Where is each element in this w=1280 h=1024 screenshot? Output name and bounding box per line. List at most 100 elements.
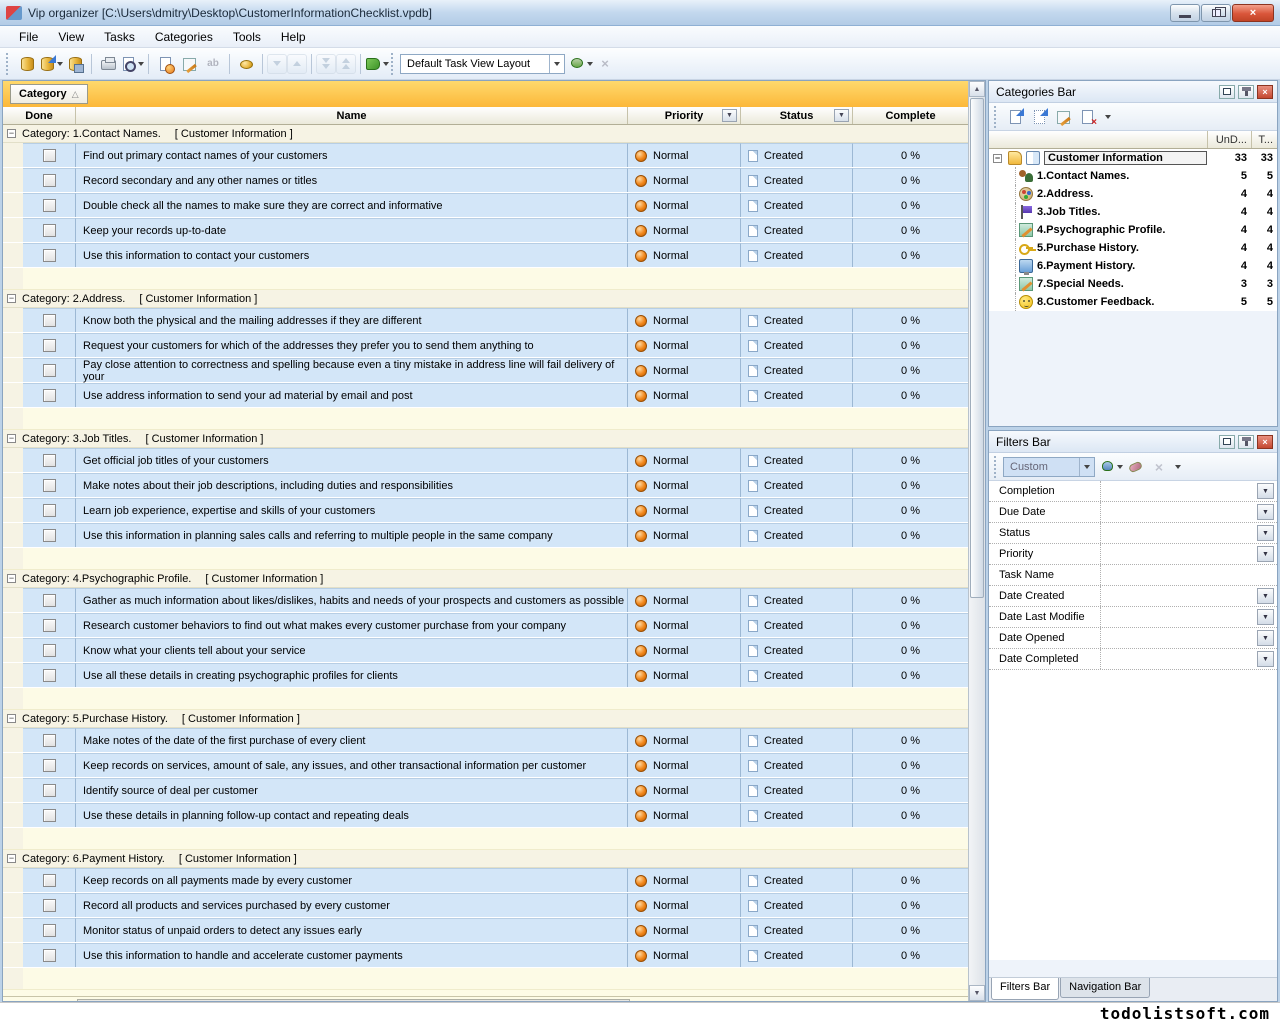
categories-bar-close-icon[interactable]: × — [1257, 85, 1273, 99]
filter-dropdown-icon[interactable]: ▼ — [1257, 504, 1274, 520]
task-row[interactable]: Find out primary contact names of your c… — [3, 143, 968, 168]
toolbar-grip[interactable] — [6, 53, 11, 75]
tab-filters-bar[interactable]: Filters Bar — [991, 978, 1059, 1000]
done-checkbox[interactable] — [43, 619, 56, 632]
done-checkbox[interactable] — [43, 644, 56, 657]
priority-filter-dropdown-icon[interactable]: ▼ — [722, 109, 737, 122]
menu-help[interactable]: Help — [272, 27, 315, 47]
group-header-row[interactable]: −Category: 6.Payment History.[ Customer … — [3, 850, 968, 868]
new-database-button[interactable] — [15, 52, 39, 76]
scroll-down-icon[interactable]: ▼ — [969, 985, 985, 1001]
filter-dropdown-icon[interactable]: ▼ — [1257, 630, 1274, 646]
edit-category-button[interactable] — [1051, 105, 1075, 129]
task-row[interactable]: Know what your clients tell about your s… — [3, 638, 968, 663]
new-category-button[interactable] — [1003, 105, 1027, 129]
new-subcategory-button[interactable] — [1027, 105, 1051, 129]
clear-filter-button[interactable] — [1123, 455, 1147, 479]
print-preview-dropdown-icon[interactable] — [138, 62, 144, 66]
menu-view[interactable]: View — [49, 27, 93, 47]
minimize-button[interactable] — [1170, 4, 1200, 22]
group-header-row[interactable]: −Category: 4.Psychographic Profile.[ Cus… — [3, 570, 968, 588]
task-row[interactable]: Know both the physical and the mailing a… — [3, 308, 968, 333]
done-checkbox[interactable] — [43, 949, 56, 962]
filter-dropdown-icon[interactable]: ▼ — [1257, 588, 1274, 604]
column-header-name[interactable]: Name — [76, 107, 628, 124]
highlight-task-button[interactable] — [234, 52, 258, 76]
close-button[interactable]: × — [1232, 4, 1274, 22]
done-checkbox[interactable] — [43, 174, 56, 187]
collapse-group-icon[interactable]: − — [7, 854, 16, 863]
task-row[interactable]: Keep records on services, amount of sale… — [3, 753, 968, 778]
layout-combobox[interactable]: Default Task View Layout — [400, 54, 565, 74]
task-row[interactable]: Gather as much information about likes/d… — [3, 588, 968, 613]
open-database-button[interactable] — [39, 52, 63, 76]
task-row[interactable]: Pay close attention to correctness and s… — [3, 358, 968, 383]
task-row[interactable]: Research customer behaviors to find out … — [3, 613, 968, 638]
task-row[interactable]: Keep records on all payments made by eve… — [3, 868, 968, 893]
done-checkbox[interactable] — [43, 314, 56, 327]
group-by-category-chip[interactable]: Category △ — [10, 84, 88, 104]
filters-bar-restore-icon[interactable] — [1219, 435, 1235, 449]
task-row[interactable]: Make notes of the date of the first purc… — [3, 728, 968, 753]
task-row[interactable]: Get official job titles of your customer… — [3, 448, 968, 473]
filter-dropdown-icon[interactable]: ▼ — [1257, 609, 1274, 625]
done-checkbox[interactable] — [43, 504, 56, 517]
delete-category-button[interactable]: × — [1075, 105, 1099, 129]
vertical-scrollbar[interactable]: ▲ ▼ — [968, 81, 985, 1001]
apply-filter-button[interactable] — [1099, 455, 1123, 479]
group-header-row[interactable]: −Category: 1.Contact Names.[ Customer In… — [3, 125, 968, 143]
filter-preset-dropdown-icon[interactable] — [1079, 458, 1094, 476]
scroll-up-icon[interactable]: ▲ — [969, 81, 985, 97]
done-checkbox[interactable] — [43, 759, 56, 772]
edit-task-button[interactable] — [177, 52, 201, 76]
view-mode-dropdown-icon[interactable] — [383, 62, 389, 66]
task-row[interactable]: Record all products and services purchas… — [3, 893, 968, 918]
menu-tools[interactable]: Tools — [224, 27, 270, 47]
restore-button[interactable] — [1201, 4, 1231, 22]
filters-bar-close-icon[interactable]: × — [1257, 435, 1273, 449]
new-task-button[interactable] — [153, 52, 177, 76]
filter-dropdown-icon[interactable]: ▼ — [1257, 546, 1274, 562]
task-row[interactable]: Double check all the names to make sure … — [3, 193, 968, 218]
task-row[interactable]: Identify source of deal per customerNorm… — [3, 778, 968, 803]
task-row[interactable]: Learn job experience, expertise and skil… — [3, 498, 968, 523]
task-row[interactable]: Keep your records up-to-dateNormalCreate… — [3, 218, 968, 243]
done-checkbox[interactable] — [43, 529, 56, 542]
menu-categories[interactable]: Categories — [146, 27, 222, 47]
apply-layout-button[interactable] — [569, 52, 593, 76]
column-header-priority[interactable]: Priority▼ — [628, 107, 741, 124]
done-checkbox[interactable] — [43, 224, 56, 237]
collapse-tree-icon[interactable]: − — [993, 154, 1002, 163]
task-row[interactable]: Use address information to send your ad … — [3, 383, 968, 408]
tree-item-row[interactable]: 7.Special Needs.33 — [989, 275, 1277, 293]
status-filter-dropdown-icon[interactable]: ▼ — [834, 109, 849, 122]
group-header-row[interactable]: −Category: 5.Purchase History.[ Customer… — [3, 710, 968, 728]
tree-item-row[interactable]: 6.Payment History.44 — [989, 257, 1277, 275]
toolbar-grip-2[interactable] — [391, 53, 396, 75]
print-button[interactable] — [96, 52, 120, 76]
group-header-row[interactable]: −Category: 2.Address.[ Customer Informat… — [3, 290, 968, 308]
done-checkbox[interactable] — [43, 924, 56, 937]
tree-root-row[interactable]: −Customer Information3333 — [989, 149, 1277, 167]
tree-item-row[interactable]: 2.Address.44 — [989, 185, 1277, 203]
tree-item-row[interactable]: 8.Customer Feedback.55 — [989, 293, 1277, 311]
done-checkbox[interactable] — [43, 364, 56, 377]
collapse-group-icon[interactable]: − — [7, 574, 16, 583]
done-checkbox[interactable] — [43, 389, 56, 402]
tree-item-row[interactable]: 3.Job Titles.44 — [989, 203, 1277, 221]
column-header-done[interactable]: Done — [3, 107, 76, 124]
done-checkbox[interactable] — [43, 199, 56, 212]
done-checkbox[interactable] — [43, 899, 56, 912]
tree-item-row[interactable]: 1.Contact Names.55 — [989, 167, 1277, 185]
filter-dropdown-icon[interactable]: ▼ — [1257, 483, 1274, 499]
done-checkbox[interactable] — [43, 454, 56, 467]
filters-bar-pin-icon[interactable] — [1238, 435, 1254, 449]
column-header-complete[interactable]: Complete — [853, 107, 968, 124]
categories-bar-restore-icon[interactable] — [1219, 85, 1235, 99]
tree-item-row[interactable]: 5.Purchase History.44 — [989, 239, 1277, 257]
menu-file[interactable]: File — [10, 27, 47, 47]
done-checkbox[interactable] — [43, 339, 56, 352]
categories-bar-pin-icon[interactable] — [1238, 85, 1254, 99]
column-header-undone[interactable]: UnD... — [1207, 131, 1251, 148]
collapse-group-icon[interactable]: − — [7, 434, 16, 443]
